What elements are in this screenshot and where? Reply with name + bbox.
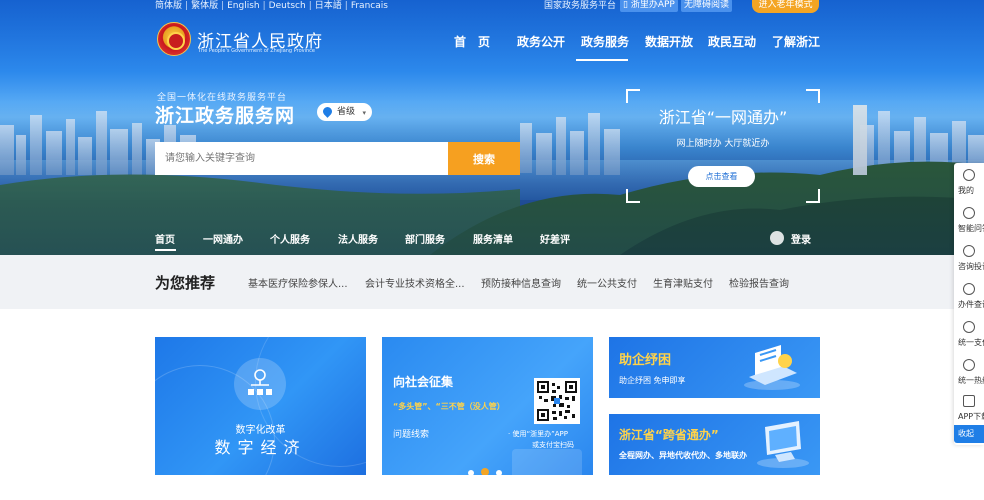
nav-active-indicator bbox=[576, 59, 628, 61]
float-label: 咨询投诉 bbox=[958, 262, 984, 271]
carousel-dots[interactable] bbox=[468, 461, 509, 475]
lang-traditional[interactable]: 繁体版 bbox=[191, 1, 218, 11]
search-button[interactable]: 搜索 bbox=[448, 142, 520, 175]
carousel-dot[interactable] bbox=[496, 470, 502, 475]
qr-instruction-app: · 使用“浙里办”APP bbox=[508, 430, 568, 438]
service-subnav: 首页 一网通办 个人服务 法人服务 部门服务 服务清单 好差评 bbox=[0, 225, 984, 255]
social-solicitation-card[interactable]: 向社会征集 “多头管”、“三不管（没人管） 问题线索 · 使用“浙里办”APP … bbox=[382, 337, 593, 475]
app-download-label: 浙里办APP bbox=[630, 0, 675, 10]
float-label: 办件查询 bbox=[958, 300, 984, 309]
subnav-home[interactable]: 首页 bbox=[155, 231, 175, 246]
top-utility-bar: 简体版 | 繁体版 | English | Deutsch | 日本語 | Francais 国家政… bbox=[0, 0, 984, 14]
subnav-department[interactable]: 部门服务 bbox=[405, 231, 445, 246]
headset-icon bbox=[963, 207, 975, 219]
shield-icon bbox=[963, 245, 975, 257]
lang-english[interactable]: English bbox=[227, 1, 260, 11]
carousel-dot[interactable] bbox=[468, 470, 474, 475]
social-clue: 问题线索 bbox=[393, 430, 430, 440]
float-label: 统一支付 bbox=[958, 338, 984, 347]
digital-reform-card[interactable]: 数字化改革 数字经济 bbox=[155, 337, 366, 475]
float-case-query[interactable]: 办件查询 bbox=[954, 279, 984, 317]
float-label: 智能问答 bbox=[958, 224, 984, 233]
one-stop-promo: 浙江省“一网通办” 网上随时办 大厅就近办 点击查看 bbox=[626, 89, 820, 203]
float-app-download[interactable]: APP下载 bbox=[954, 391, 984, 429]
social-title: 向社会征集 bbox=[393, 375, 454, 389]
nav-government-services[interactable]: 政务服务 bbox=[581, 33, 629, 50]
float-label: 我的 bbox=[958, 186, 974, 195]
user-icon bbox=[963, 169, 975, 181]
document-stack-icon bbox=[744, 345, 800, 390]
phone-icon bbox=[963, 359, 975, 371]
elder-mode-button[interactable]: 进入老年模式 bbox=[752, 0, 819, 13]
chevron-down-icon: ▾ bbox=[362, 109, 366, 117]
computer-screen-icon bbox=[757, 421, 809, 468]
language-switcher: 简体版 | 繁体版 | English | Deutsch | 日本語 | Francais bbox=[155, 1, 388, 11]
relief-title: 助企纾困 bbox=[619, 353, 672, 368]
qr-instruction-alipay: 或支付宝扫码 bbox=[532, 441, 574, 449]
social-highlight: “多头管”、“三不管（没人管） bbox=[393, 402, 505, 411]
yuan-icon bbox=[963, 321, 975, 333]
digital-economy-label: 数字经济 bbox=[214, 438, 307, 457]
float-hotline[interactable]: 统一热线 bbox=[954, 355, 984, 393]
recommend-link[interactable]: 预防接种信息查询 bbox=[481, 275, 561, 290]
subnav-personal[interactable]: 个人服务 bbox=[270, 231, 310, 246]
recommend-link[interactable]: 检验报告查询 bbox=[729, 275, 789, 290]
region-value: 省级 bbox=[337, 107, 356, 117]
region-selector[interactable]: 省级 ▾ bbox=[317, 103, 372, 121]
nav-open-government[interactable]: 政务公开 bbox=[517, 33, 565, 50]
recommend-link[interactable]: 会计专业技术资格全... bbox=[365, 275, 465, 290]
business-relief-card[interactable]: 助企纾困 助企纾困 免申即享 bbox=[609, 337, 820, 398]
carousel-dot-active[interactable] bbox=[481, 468, 489, 475]
nav-open-data[interactable]: 数据开放 bbox=[645, 33, 693, 50]
lang-deutsch[interactable]: Deutsch bbox=[269, 1, 306, 11]
phone-illustration bbox=[512, 449, 582, 475]
search-input[interactable] bbox=[155, 142, 448, 175]
float-payment[interactable]: 统一支付 bbox=[954, 317, 984, 355]
floating-toolbar: 我的 智能问答 咨询投诉 办件查询 统一支付 统一热线 APP下载 收起 bbox=[954, 163, 984, 445]
nav-interaction[interactable]: 政民互动 bbox=[708, 33, 756, 50]
promo-subtitle: 网上随时办 大厅就近办 bbox=[676, 139, 770, 149]
float-label: 统一热线 bbox=[958, 376, 984, 385]
lang-simplified[interactable]: 简体版 bbox=[155, 1, 182, 11]
float-consult[interactable]: 咨询投诉 bbox=[954, 241, 984, 279]
subnav-rating[interactable]: 好差评 bbox=[540, 231, 570, 246]
cross-title: 浙江省“跨省通办” bbox=[619, 428, 719, 442]
org-chart-icon bbox=[234, 358, 286, 410]
clock-icon bbox=[963, 283, 975, 295]
float-smart-qa[interactable]: 智能问答 bbox=[954, 203, 984, 241]
promo-view-button[interactable]: 点击查看 bbox=[688, 166, 755, 187]
lang-francais[interactable]: Francais bbox=[351, 1, 388, 11]
nav-about-zhejiang[interactable]: 了解浙江 bbox=[772, 33, 820, 50]
main-nav: 首 页 政务公开 政务服务 数据开放 政民互动 了解浙江 bbox=[0, 33, 984, 63]
cross-subtitle: 全程网办、异地代收代办、多地联办 bbox=[619, 451, 747, 460]
service-title: 浙江政务服务网 bbox=[155, 105, 296, 127]
recommend-link[interactable]: 统一公共支付 bbox=[577, 275, 637, 290]
subnav-legal-person[interactable]: 法人服务 bbox=[338, 231, 378, 246]
recommend-strip: 为您推荐 基本医疗保险参保人... 会计专业技术资格全... 预防接种信息查询 … bbox=[0, 255, 984, 309]
recommend-link[interactable]: 基本医疗保险参保人... bbox=[248, 275, 348, 290]
login-label: 登录 bbox=[791, 235, 811, 246]
cross-province-card[interactable]: 浙江省“跨省通办” 全程网办、异地代收代办、多地联办 bbox=[609, 414, 820, 475]
recommend-title: 为您推荐 bbox=[155, 274, 216, 292]
location-pin-icon bbox=[321, 105, 334, 118]
float-collapse-button[interactable]: 收起 bbox=[954, 425, 984, 443]
subnav-service-list[interactable]: 服务清单 bbox=[473, 231, 513, 246]
accessible-reading-link[interactable]: 无障碍阅读 bbox=[681, 0, 733, 12]
float-label: APP下载 bbox=[958, 412, 984, 421]
relief-subtitle: 助企纾困 免申即享 bbox=[619, 376, 686, 385]
promo-title: 浙江省“一网通办” bbox=[658, 108, 788, 127]
qr-code bbox=[534, 378, 580, 424]
nav-home[interactable]: 首 页 bbox=[454, 33, 490, 50]
recommend-link[interactable]: 生育津贴支付 bbox=[653, 275, 713, 290]
national-platform-link[interactable]: 国家政务服务平台 bbox=[544, 0, 616, 11]
float-my-account[interactable]: 我的 bbox=[954, 165, 984, 203]
lang-japanese[interactable]: 日本語 bbox=[315, 1, 342, 11]
subnav-one-stop[interactable]: 一网通办 bbox=[203, 231, 243, 246]
user-avatar-icon bbox=[770, 231, 784, 245]
subnav-active-indicator bbox=[155, 249, 176, 251]
app-download-link[interactable]: ▯ 浙里办APP bbox=[620, 0, 678, 12]
mobile-icon bbox=[963, 395, 975, 407]
